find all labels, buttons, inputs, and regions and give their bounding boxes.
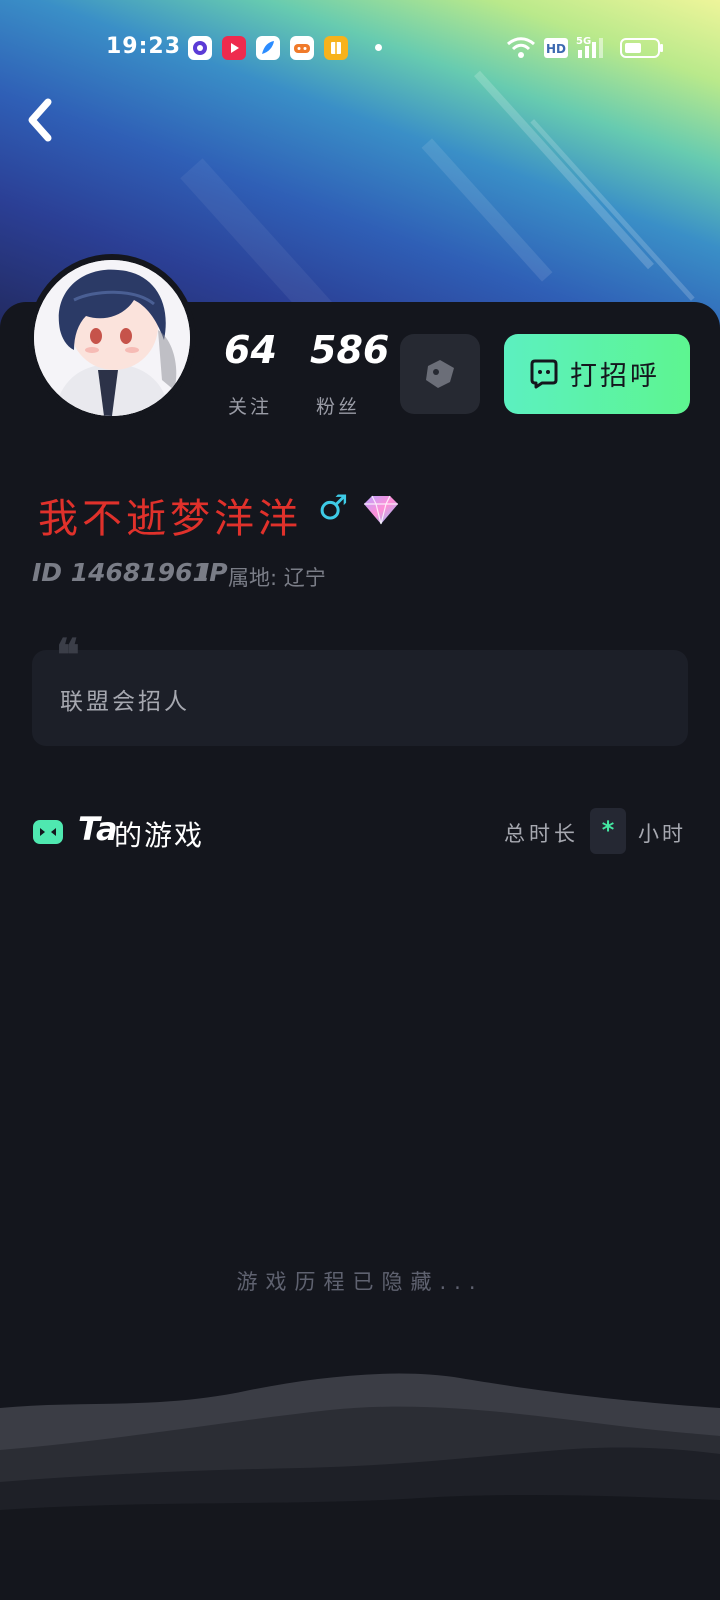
games-title-prefix: Ta <box>78 810 118 848</box>
games-title: 的游戏 <box>114 819 205 852</box>
landscape-illustration <box>0 1373 720 1550</box>
svg-text:HD: HD <box>546 42 566 56</box>
notification-dot <box>375 44 382 51</box>
tag-icon <box>426 360 454 388</box>
total-time-label: 总时长 <box>504 822 579 846</box>
games-hidden-message: 游戏历程已隐藏... <box>236 1270 484 1294</box>
following-count[interactable]: 64 <box>224 328 277 372</box>
status-bar: 19:23 HD 5G <box>0 26 720 66</box>
avatar[interactable] <box>34 260 190 416</box>
fans-label[interactable]: 粉丝 <box>316 392 360 419</box>
chevron-left-icon <box>28 98 52 142</box>
chat-icon <box>530 359 558 389</box>
quote-mark-icon: ❝ <box>56 630 80 681</box>
back-button[interactable] <box>24 96 64 144</box>
user-id: ID 14681961 <box>32 558 210 587</box>
greet-button-label: 打招呼 <box>570 361 660 392</box>
wifi-icon <box>506 36 536 64</box>
bio-card: 联盟会招人 <box>32 650 688 746</box>
tag-button[interactable] <box>400 334 480 414</box>
gamepad-icon <box>32 818 64 846</box>
following-label[interactable]: 关注 <box>228 392 272 419</box>
greet-button[interactable]: 打招呼 <box>504 334 690 414</box>
nickname: 我不逝梦洋洋 <box>38 496 302 542</box>
game-icon <box>290 36 314 60</box>
svg-text:5G: 5G <box>576 36 591 47</box>
bio-text: 联盟会招人 <box>60 689 190 715</box>
video-icon <box>222 36 246 60</box>
diamond-icon <box>362 494 400 526</box>
ip-label: IP <box>200 558 228 587</box>
status-time: 19:23 <box>106 34 182 59</box>
hd-icon: HD <box>544 38 568 62</box>
total-time-value: * <box>601 816 615 844</box>
feather-icon <box>256 36 280 60</box>
cellular-signal-icon: 5G <box>576 34 606 64</box>
browser-icon <box>188 36 212 60</box>
fans-count[interactable]: 586 <box>310 328 389 372</box>
book-icon <box>324 36 348 60</box>
male-gender-icon: ♂ <box>318 488 349 528</box>
total-time-unit: 小时 <box>638 822 686 846</box>
ip-location: 属地: 辽宁 <box>228 566 326 590</box>
total-time-box: * <box>590 808 626 854</box>
battery-icon <box>620 38 664 62</box>
